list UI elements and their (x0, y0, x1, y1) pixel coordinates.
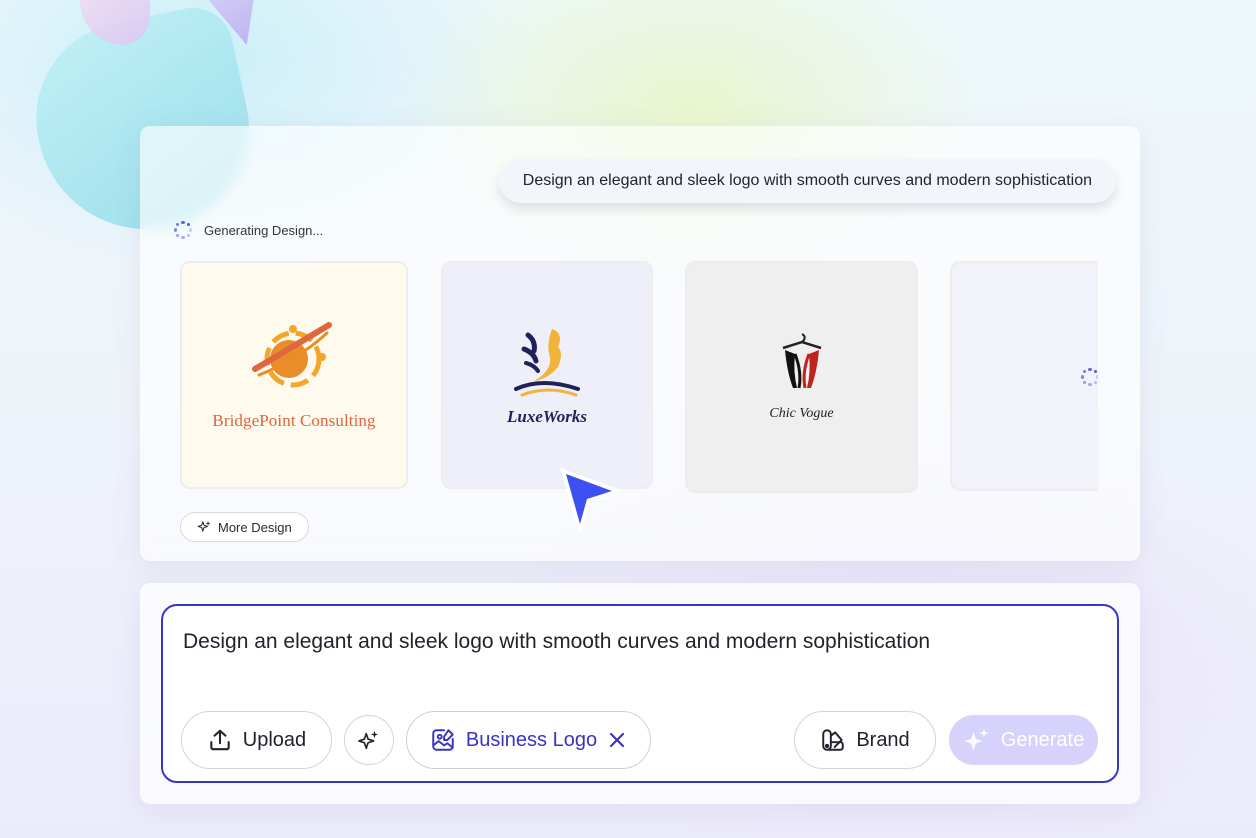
generation-panel: Design an elegant and sleek logo with sm… (140, 126, 1140, 561)
upload-label: Upload (242, 728, 307, 751)
brand-label: Brand (856, 728, 910, 751)
design-results: BridgePoint Consulting LuxeWorks Chic Vo… (180, 261, 1098, 493)
upload-icon (210, 729, 230, 751)
prompt-input[interactable]: Design an elegant and sleek logo with sm… (161, 604, 1119, 783)
sparkles-icon (963, 728, 989, 751)
dress-heels-logo-icon (782, 333, 821, 389)
woman-leaf-logo-icon (514, 329, 580, 397)
design-card-chicvogue[interactable]: Chic Vogue (685, 261, 918, 493)
spinner-dot (1080, 375, 1085, 379)
decorative-purple-shape (200, 0, 255, 45)
spinner-dot (175, 222, 180, 227)
status-text: Generating Design... (204, 222, 324, 238)
prompt-input-text[interactable]: Design an elegant and sleek logo with sm… (183, 630, 930, 654)
design-card-loading (950, 261, 1098, 491)
spinner-dot (186, 233, 191, 238)
spinner-dot (181, 235, 185, 240)
brand-palette-icon (822, 729, 845, 751)
spinner-dot (173, 228, 178, 232)
logo-type-label: Business Logo (465, 728, 598, 751)
design-name: LuxeWorks (507, 407, 587, 426)
spinner-dot (1093, 369, 1098, 374)
spinner-icon (173, 220, 193, 240)
spinner-dot (1082, 369, 1087, 374)
logo-type-chip[interactable]: Business Logo (406, 711, 651, 769)
generate-label: Generate (1000, 728, 1085, 751)
generate-button[interactable]: Generate (949, 715, 1098, 765)
spinner-dot (188, 228, 193, 232)
upload-button[interactable]: Upload (181, 711, 332, 769)
design-card-bridgepoint[interactable]: BridgePoint Consulting (180, 261, 408, 489)
sparkles-icon (197, 521, 211, 532)
design-name: Chic Vogue (769, 406, 834, 421)
image-edit-icon (432, 729, 454, 751)
design-card-luxeworks[interactable]: LuxeWorks (441, 261, 653, 489)
spinner-dot (1088, 382, 1092, 387)
spinner-dot (181, 220, 185, 225)
spinner-dot (186, 222, 191, 227)
spinner-dot (175, 233, 180, 238)
spinner-dot (1093, 380, 1098, 385)
sparkles-icon (358, 730, 379, 750)
generating-status: Generating Design... (173, 220, 323, 240)
more-design-button[interactable]: More Design (180, 512, 309, 542)
planet-logo-icon (252, 322, 332, 388)
spinner-dot (1088, 367, 1092, 372)
close-icon[interactable] (607, 730, 627, 750)
prompt-bubble: Design an elegant and sleek logo with sm… (498, 159, 1116, 203)
cursor-arrow-icon (560, 468, 622, 534)
decorative-pink-shape (80, 0, 150, 45)
spinner-icon (1080, 367, 1098, 387)
composer-panel: Design an elegant and sleek logo with sm… (140, 583, 1140, 804)
magic-enhance-button[interactable] (344, 715, 394, 765)
brand-button[interactable]: Brand (794, 711, 936, 769)
spinner-dot (1095, 375, 1098, 379)
design-name: BridgePoint Consulting (212, 411, 376, 430)
more-design-label: More Design (218, 519, 292, 535)
spinner-dot (1082, 380, 1087, 385)
